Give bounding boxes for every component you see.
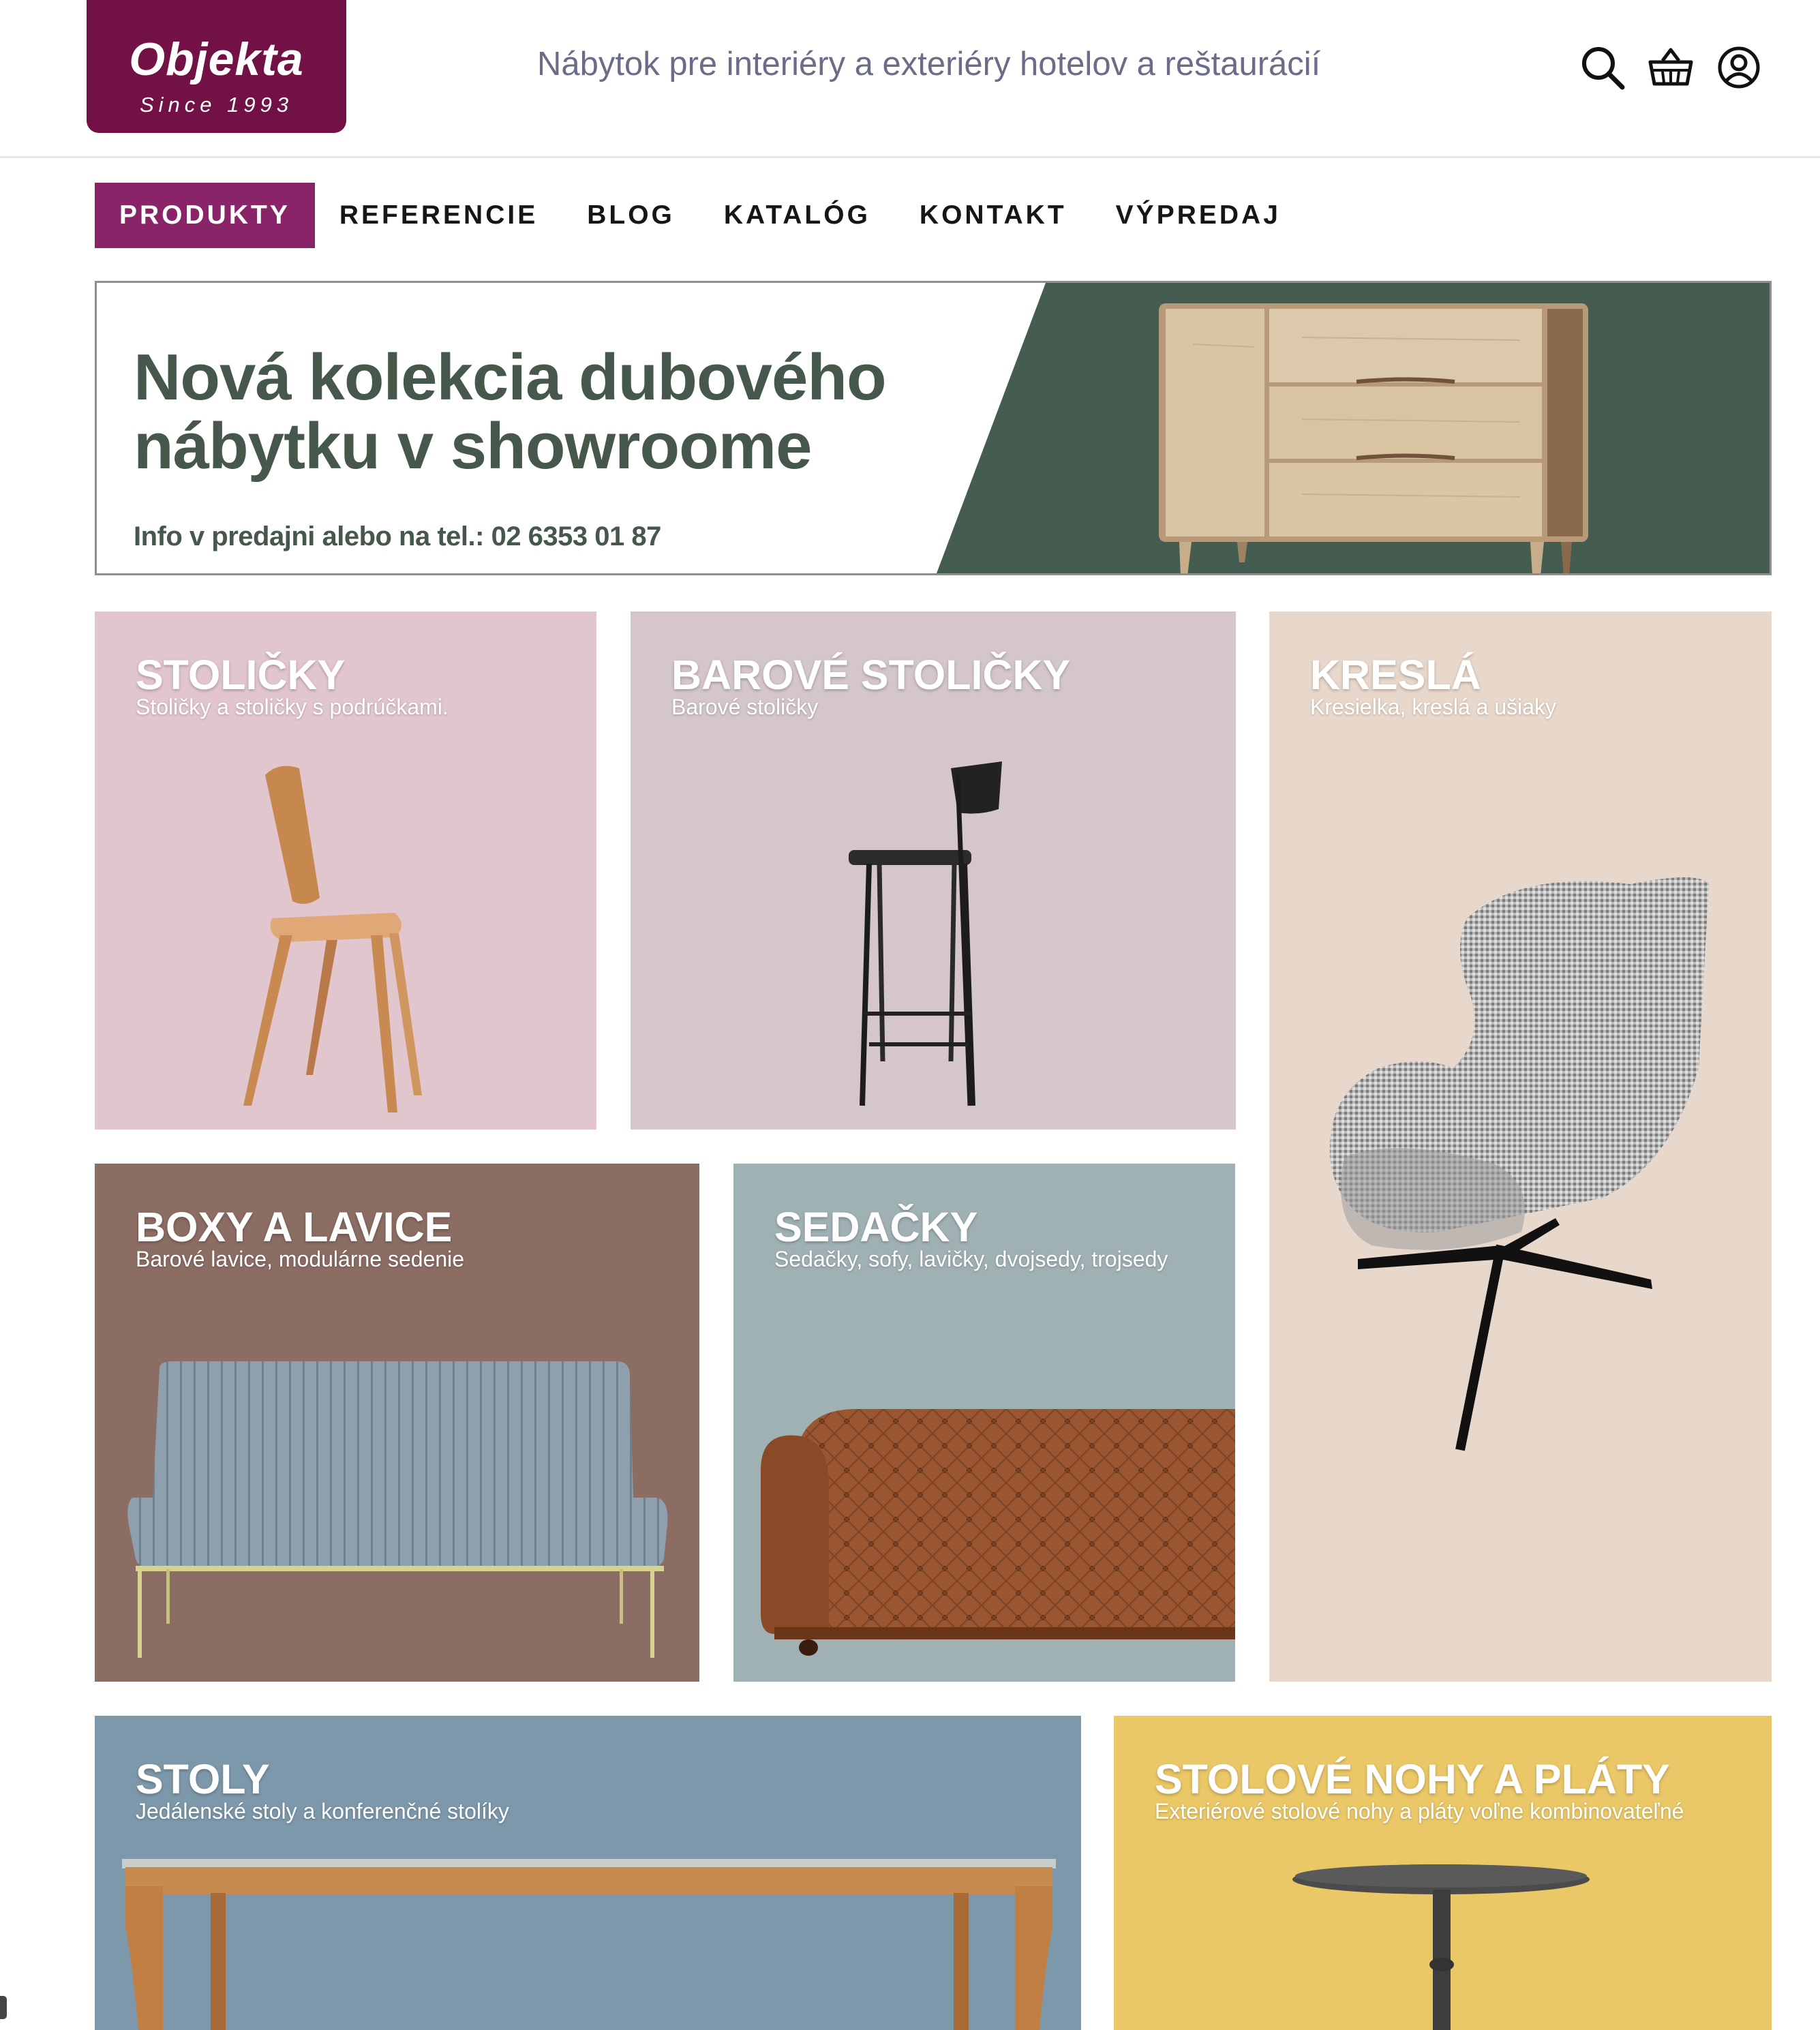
category-subtitle: Barové lavice, modulárne sedenie [136,1247,465,1271]
search-icon[interactable] [1575,40,1631,95]
logo[interactable]: Objekta Since 1993 [87,0,346,133]
logo-since: Since 1993 [139,93,294,117]
site-header: Objekta Since 1993 Nábytok pre interiéry… [0,0,1820,158]
category-subtitle: Sedačky, sofy, lavičky, dvojsedy, trojse… [774,1247,1168,1271]
nav-item-katalog[interactable]: KATALÓG [699,183,895,248]
page: Objekta Since 1993 Nábytok pre interiéry… [0,0,1820,2030]
category-subtitle: Barové stoličky [671,695,819,719]
banner-title-line2: nábytku v showroome [134,410,813,483]
category-title: BOXY A LAVICE [136,1204,453,1250]
scroll-edge-indicator [0,1996,7,2019]
nav-item-kontakt[interactable]: KONTAKT [895,183,1091,248]
category-subtitle: Jedálenské stoly a konferenčné stolíky [136,1799,509,1823]
nav-item-vypredaj[interactable]: VÝPREDAJ [1091,183,1305,248]
promo-banner[interactable]: Nová kolekcia dubového nábytku v showroo… [95,281,1772,575]
category-tile-kresla[interactable]: KRESLÁ Kresielka, kreslá a ušiaky [1269,611,1772,1682]
bench-image [127,1361,668,1658]
banner-title: Nová kolekcia dubového nábytku v showroo… [134,341,887,483]
category-tile-boxy-a-lavice[interactable]: BOXY A LAVICE Barové lavice, modulárne s… [95,1164,699,1682]
account-icon[interactable] [1711,40,1767,95]
category-title: STOLY [136,1756,270,1802]
table-base-image [1292,1864,1590,2030]
logo-name: Objekta [129,33,304,85]
category-title: STOLIČKY [136,652,346,698]
tagline: Nábytok pre interiéry a exteriéry hotelo… [537,46,1321,82]
nav-item-referencie[interactable]: REFERENCIE [315,183,562,248]
category-tile-stolicky[interactable]: STOLIČKY Stoličky a stoličky s podrúčkam… [95,611,596,1130]
table-image [122,1859,1056,2030]
nav-item-blog[interactable]: BLOG [562,183,699,248]
category-subtitle: Exteriérové stolové nohy a pláty voľne k… [1155,1799,1684,1823]
category-title: STOLOVÉ NOHY A PLÁTY [1155,1756,1670,1802]
category-title: BAROVÉ STOLIČKY [671,652,1071,698]
sofa-image [761,1409,1235,1656]
banner-info: Info v predajni alebo na tel.: 02 6353 0… [134,521,661,551]
basket-icon[interactable] [1643,40,1699,95]
banner-title-line1: Nová kolekcia dubového [134,341,887,414]
nav-item-produkty[interactable]: PRODUKTY [95,183,315,248]
category-subtitle: Kresielka, kreslá a ušiaky [1310,695,1557,719]
category-title: KRESLÁ [1310,652,1481,698]
category-tile-sedacky[interactable]: SEDAČKY Sedačky, sofy, lavičky, dvojsedy… [733,1164,1235,1682]
category-subtitle: Stoličky a stoličky s podrúčkami. [136,695,449,719]
category-tile-stoly[interactable]: STOLY Jedálenské stoly a konferenčné sto… [95,1716,1081,2030]
category-tile-barove-stolicky[interactable]: BAROVÉ STOLIČKY Barové stoličky [631,611,1236,1130]
category-tile-stolove-nohy-a-platy[interactable]: STOLOVÉ NOHY A PLÁTY Exteriérové stolové… [1114,1716,1772,2030]
main-nav: PRODUKTY REFERENCIE BLOG KATALÓG KONTAKT… [95,183,1305,248]
category-title: SEDAČKY [774,1204,978,1250]
armchair-image [1329,877,1709,1451]
oak-dresser-image [1159,303,1588,573]
bar-stool-image [849,761,1002,1106]
chair-image [243,766,422,1112]
